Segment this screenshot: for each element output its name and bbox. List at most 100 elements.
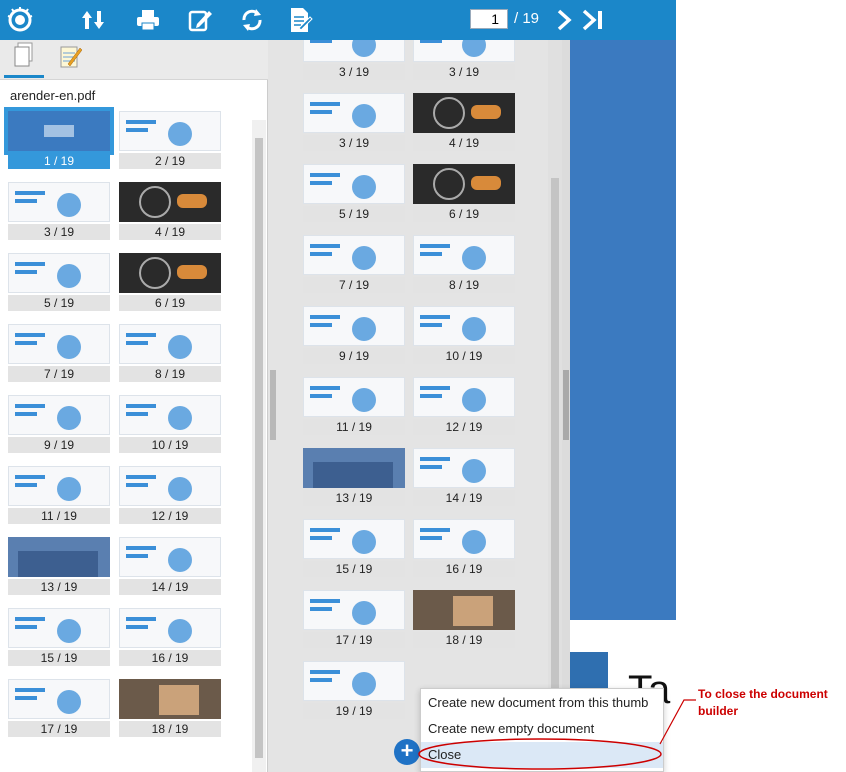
thumb-page-label: 3 / 19 [8,224,110,240]
thumb-image [119,253,221,293]
app-window: arender-en.pdf 1 / 19 2 / 19 3 / 19 4 / 19 5… [0,0,846,772]
thumb-page-label: 17 / 19 [303,632,405,648]
thumb-image [303,590,405,630]
left-page-thumb[interactable]: 14 / 19 [119,537,221,595]
panel-tabs [0,40,268,80]
builder-page-thumb[interactable]: 7 / 19 [303,235,405,293]
thumb-page-label: 4 / 19 [119,224,221,240]
thumb-image [4,107,114,155]
tab-annotations[interactable] [50,40,90,78]
left-page-thumb[interactable]: 13 / 19 [8,537,110,595]
thumb-image [303,93,405,133]
thumb-image [119,324,221,364]
thumb-page-label: 12 / 19 [413,419,515,435]
thumb-image [413,448,515,488]
thumb-image [413,590,515,630]
builder-page-thumb[interactable]: 5 / 19 [303,164,405,222]
thumb-page-label: 5 / 19 [303,206,405,222]
thumb-image [8,537,110,577]
document-viewer[interactable]: Ta [570,40,676,772]
document-builder-icon[interactable] [284,4,316,36]
left-page-thumb[interactable]: 16 / 19 [119,608,221,666]
panel-splitter[interactable] [268,40,278,772]
builder-page-thumb[interactable]: 17 / 19 [303,590,405,648]
builder-page-thumb[interactable]: 8 / 19 [413,235,515,293]
builder-page-thumb[interactable]: 16 / 19 [413,519,515,577]
left-page-thumb[interactable]: 5 / 19 [8,253,110,311]
left-page-thumb[interactable]: 15 / 19 [8,608,110,666]
thumb-page-label: 8 / 19 [413,277,515,293]
builder-page-thumb[interactable]: 10 / 19 [413,306,515,364]
menu-item-create-from-thumb[interactable]: Create new document from this thumb [421,690,663,716]
left-page-thumb[interactable]: 12 / 19 [119,466,221,524]
left-page-thumb[interactable]: 10 / 19 [119,395,221,453]
pages-icon [13,42,35,73]
left-page-thumb[interactable]: 3 / 19 [8,182,110,240]
thumb-page-label: 12 / 19 [119,508,221,524]
annotation-callout: To close the document builder [698,687,828,718]
builder-page-thumb[interactable]: 18 / 19 [413,590,515,648]
thumb-page-label: 11 / 19 [8,508,110,524]
menu-item-close[interactable]: Close [421,742,663,768]
thumb-page-label: 16 / 19 [119,650,221,666]
thumb-page-label: 13 / 19 [8,579,110,595]
left-page-thumb[interactable]: 8 / 19 [119,324,221,382]
left-page-thumb[interactable]: 9 / 19 [8,395,110,453]
thumb-page-label: 3 / 19 [303,135,405,151]
builder-context-menu: Create new document from this thumb Crea… [420,688,664,772]
add-document-button[interactable]: + [394,739,420,765]
thumb-page-label: 5 / 19 [8,295,110,311]
tab-thumbnails[interactable] [4,40,44,78]
thumb-page-label: 7 / 19 [8,366,110,382]
app-logo-icon[interactable] [4,4,36,36]
thumb-page-label: 2 / 19 [119,153,221,169]
thumb-page-label: 11 / 19 [303,419,405,435]
thumb-page-label: 6 / 19 [413,206,515,222]
menu-item-create-empty[interactable]: Create new empty document [421,716,663,742]
builder-page-thumb[interactable]: 13 / 19 [303,448,405,506]
thumb-image [413,377,515,417]
left-page-thumb[interactable]: 4 / 19 [119,182,221,240]
thumb-page-label: 9 / 19 [8,437,110,453]
left-page-thumb[interactable]: 2 / 19 [119,111,221,169]
builder-page-thumb[interactable]: 3 / 19 [303,93,405,151]
thumb-page-label: 14 / 19 [413,490,515,506]
builder-page-thumb[interactable]: 11 / 19 [303,377,405,435]
left-page-thumb[interactable]: 6 / 19 [119,253,221,311]
thumb-page-label: 4 / 19 [413,135,515,151]
left-page-thumb[interactable]: 18 / 19 [119,679,221,737]
thumb-image [413,235,515,275]
left-page-thumb[interactable]: 17 / 19 [8,679,110,737]
thumb-page-label: 1 / 19 [8,153,110,169]
thumb-image [413,519,515,559]
left-scrollbar[interactable] [252,120,266,772]
last-page-icon[interactable] [578,4,610,36]
left-page-thumb[interactable]: 1 / 19 [4,107,114,169]
thumb-page-label: 14 / 19 [119,579,221,595]
thumb-image [119,182,221,222]
builder-page-thumb[interactable]: 14 / 19 [413,448,515,506]
print-icon[interactable] [132,4,164,36]
viewer-splitter[interactable] [562,40,570,772]
thumb-image [119,608,221,648]
builder-page-thumb[interactable]: 15 / 19 [303,519,405,577]
thumb-page-label: 3 / 19 [413,64,515,80]
page-number-input[interactable] [470,9,508,29]
left-page-thumb[interactable]: 7 / 19 [8,324,110,382]
builder-page-thumb[interactable]: 12 / 19 [413,377,515,435]
next-page-icon[interactable] [548,4,580,36]
left-page-thumb[interactable]: 11 / 19 [8,466,110,524]
builder-page-thumb[interactable]: 4 / 19 [413,93,515,151]
sort-icon[interactable] [77,4,109,36]
builder-page-thumb[interactable]: 6 / 19 [413,164,515,222]
thumb-image [303,377,405,417]
thumb-image [8,608,110,648]
thumb-image [8,466,110,506]
thumb-image [413,164,515,204]
thumb-image [8,679,110,719]
annotate-icon[interactable] [184,4,216,36]
builder-page-thumb[interactable]: 19 / 19 [303,661,405,719]
builder-scrollbar[interactable] [548,40,562,772]
builder-page-thumb[interactable]: 9 / 19 [303,306,405,364]
rotate-icon[interactable] [236,4,268,36]
